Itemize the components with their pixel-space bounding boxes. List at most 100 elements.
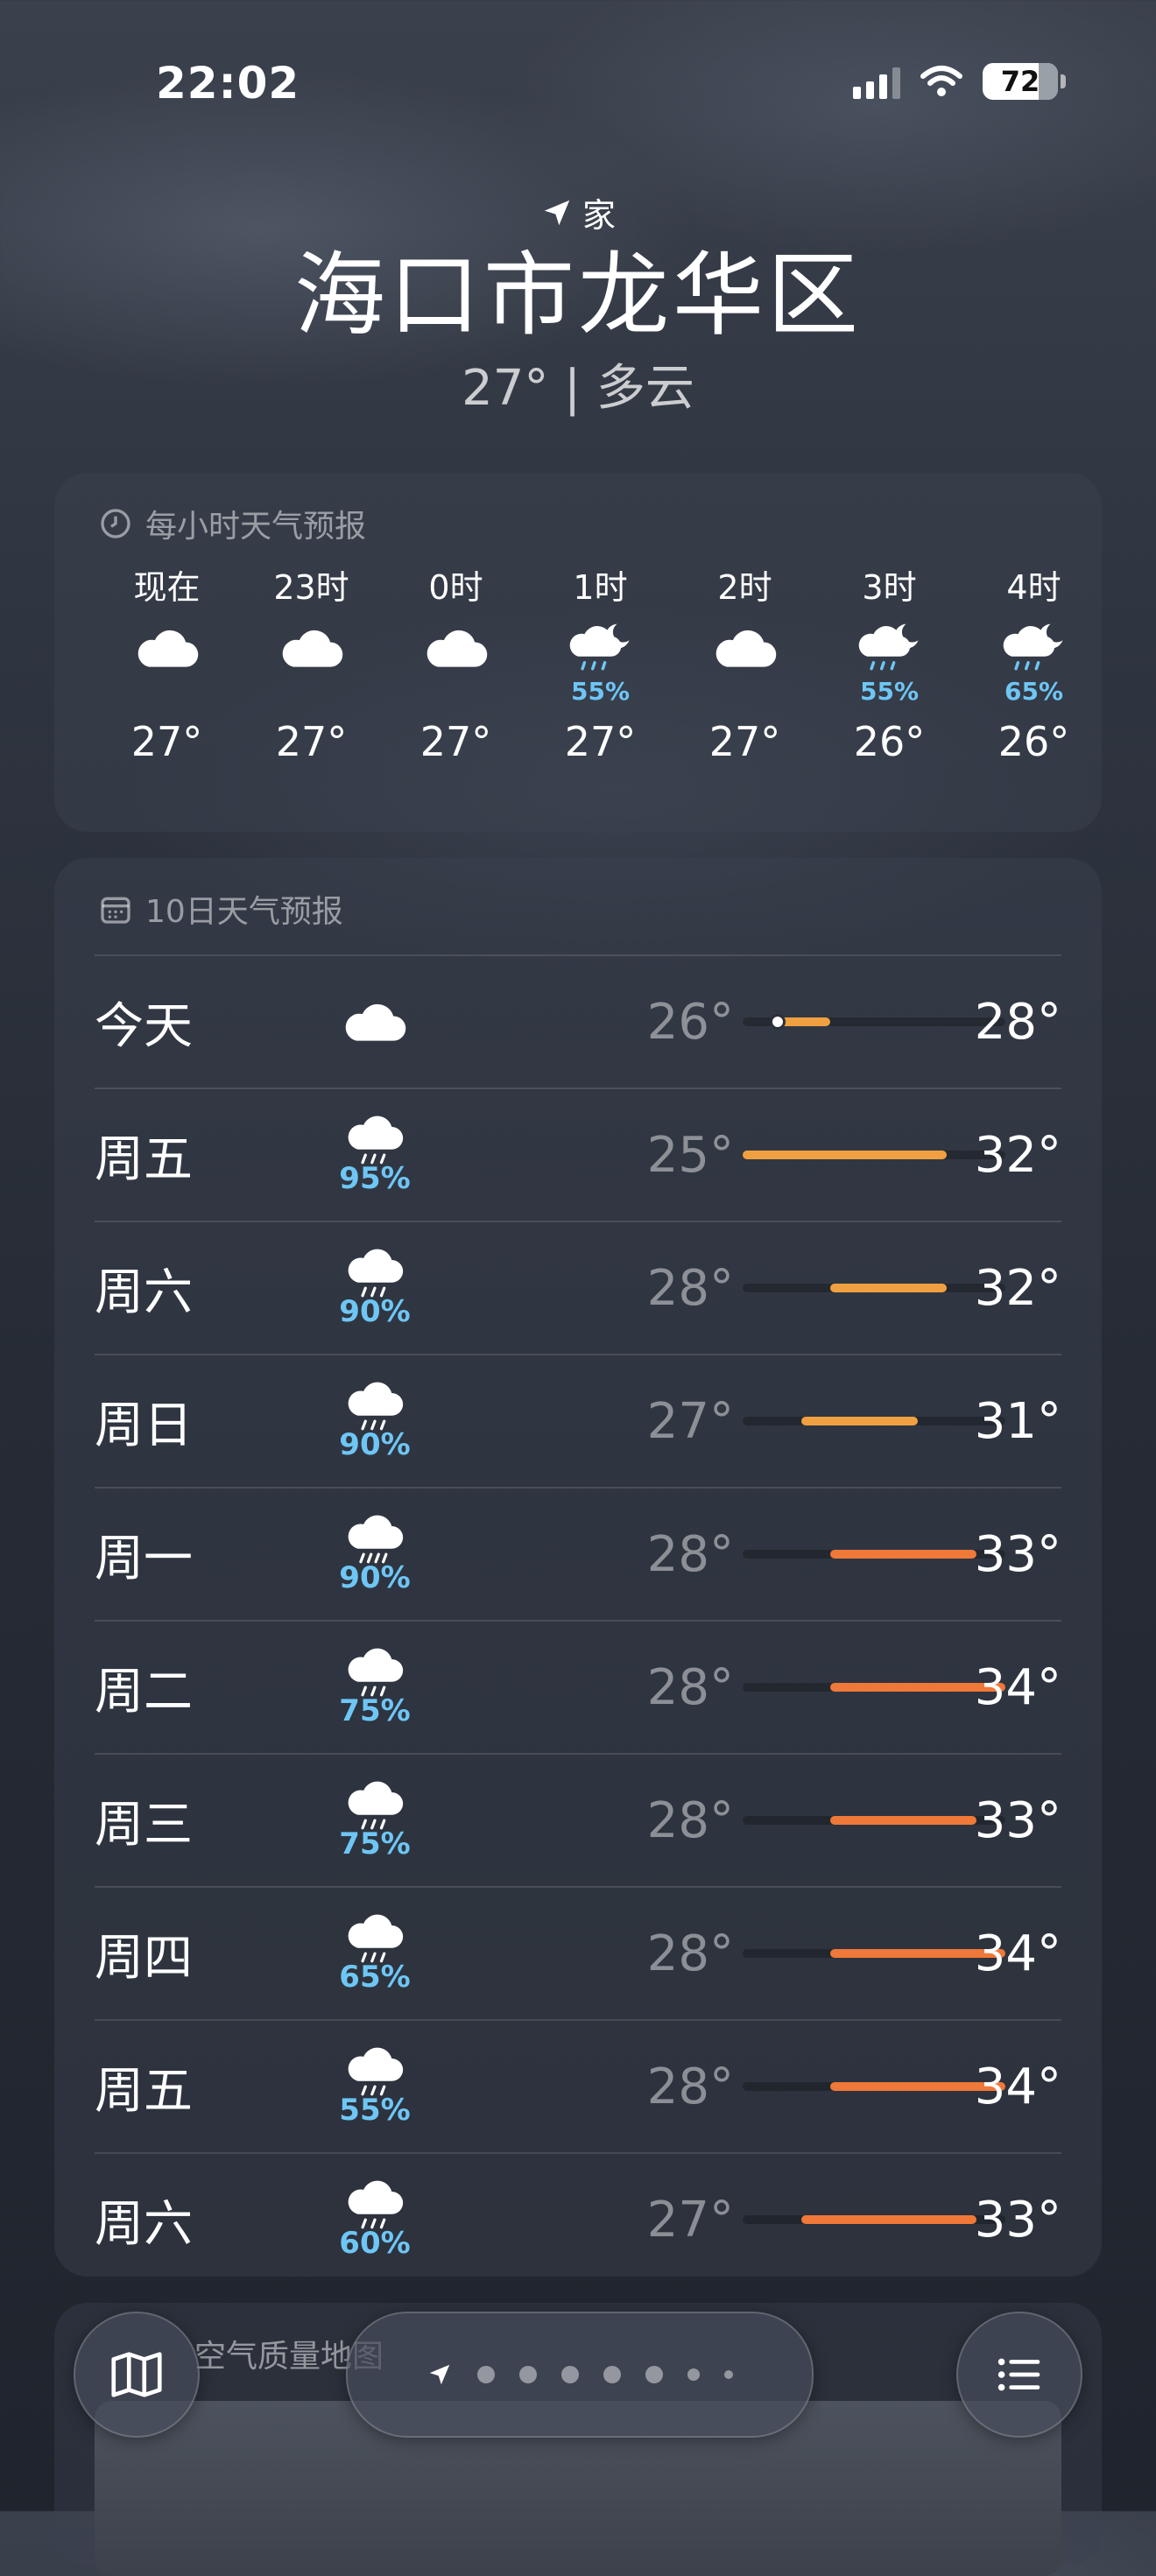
bottom-toolbar (0, 2303, 1156, 2443)
cloud-icon (278, 613, 345, 709)
day-low: 27° (646, 2191, 734, 2249)
day-name: 周四 (95, 1929, 193, 1987)
hour-precip: 55% (859, 676, 920, 706)
hour-temp: 27° (130, 718, 203, 765)
page-dot[interactable] (561, 2366, 579, 2383)
day-precip: 75% (339, 1693, 411, 1728)
temp-range-fill (830, 1550, 976, 1559)
temp-range-bar (743, 1014, 1005, 1030)
day-name: 周六 (95, 1263, 193, 1321)
current-location-icon (429, 2364, 450, 2385)
cloud-icon (712, 613, 779, 709)
day-low: 28° (646, 1658, 734, 1716)
hourly-forecast-card[interactable]: 每小时天气预报 现在 27° 23时 27° 0时 27° 1时 55% 27° 2时 27° 3时 5… (54, 473, 1102, 832)
temp-range-fill (800, 2215, 976, 2224)
location-arrow-icon (544, 200, 570, 225)
rain-icon: 90% (314, 1247, 436, 1329)
status-time: 22:02 (156, 58, 300, 109)
temp-range-bar (743, 2215, 1005, 2224)
day-row[interactable]: 周二 75% 28° 34° (95, 1620, 1061, 1753)
day-row[interactable]: 周五 55% 28° 34° (95, 2019, 1061, 2152)
page-dot[interactable] (477, 2366, 495, 2383)
day-low: 28° (646, 1259, 734, 1317)
day-row[interactable]: 周六 60% 27° 33° (95, 2152, 1061, 2285)
day-low: 27° (646, 1392, 734, 1450)
map-icon (111, 2352, 162, 2397)
day-high: 34° (974, 2058, 1061, 2115)
temp-range-bar (743, 1949, 1005, 1958)
day-row[interactable]: 今天 26° 28° (95, 954, 1061, 1087)
day-low: 28° (646, 1791, 734, 1849)
temp-range-bar (743, 1151, 1005, 1159)
hour-item: 4时 65% 26° (962, 560, 1106, 765)
day-name: 周五 (95, 2062, 193, 2120)
day-name: 周二 (95, 1663, 193, 1721)
cellular-signal-icon (853, 64, 900, 99)
location-name: 家 (582, 196, 616, 235)
hour-temp: 27° (708, 718, 781, 765)
hour-label: 0时 (428, 568, 483, 607)
page-dot[interactable] (603, 2366, 621, 2383)
hour-temp: 26° (997, 718, 1070, 765)
rain-icon: 60% (314, 2178, 436, 2261)
hour-item: 0时 27° (384, 560, 528, 765)
day-high: 32° (974, 1126, 1061, 1184)
cloud-icon (423, 613, 490, 709)
page-dot[interactable] (724, 2370, 733, 2379)
page-dot[interactable] (687, 2368, 700, 2381)
day-precip: 55% (339, 2093, 411, 2128)
hour-item: 2时 27° (673, 560, 817, 765)
temp-range-bar (743, 2082, 1005, 2091)
city-name: 海口市龙华区 (293, 242, 862, 348)
day-name: 周五 (95, 1130, 193, 1188)
hour-label: 4时 (1006, 568, 1061, 607)
rain-icon: 55% (314, 2045, 436, 2128)
page-dot[interactable] (519, 2366, 537, 2383)
day-high: 34° (974, 1658, 1061, 1716)
hour-item: 23时 27° (239, 560, 384, 765)
day-high: 34° (974, 1925, 1061, 1982)
map-button[interactable] (74, 2312, 200, 2438)
rain-icon: 65% (314, 1912, 436, 1995)
temp-range-fill (830, 1816, 976, 1825)
moon-rain-icon: 55% (856, 613, 923, 709)
battery-icon: 72 (983, 63, 1066, 100)
day-high: 33° (974, 1525, 1061, 1583)
day-low: 28° (646, 1525, 734, 1583)
day-precip: 90% (339, 1560, 411, 1595)
rain-icon: 95% (314, 1114, 436, 1196)
page-dot[interactable] (645, 2366, 663, 2383)
temp-range-bar (743, 1683, 1005, 1692)
day-row[interactable]: 周四 65% 28° 34° (95, 1886, 1061, 2019)
day-row[interactable]: 周五 95% 25° 32° (95, 1087, 1061, 1221)
temp-range-fill (830, 1284, 948, 1292)
moon-rain-icon: 65% (1001, 613, 1068, 709)
list-icon (997, 2358, 1040, 2391)
hour-label: 1时 (573, 568, 628, 607)
status-bar: 22:02 72 (0, 0, 1156, 166)
location-label: 家 (0, 188, 1156, 236)
daily-forecast-card[interactable]: 10日天气预报 今天 26° 28° 周五 95% 25° 32° 周六 90% 28° 32° 周日… (54, 858, 1102, 2277)
day-row[interactable]: 周日 90% 27° 31° (95, 1354, 1061, 1487)
temp-range-bar (743, 1417, 1005, 1425)
day-precip: 65% (339, 1960, 411, 1995)
day-low: 25° (646, 1126, 734, 1184)
list-button[interactable] (956, 2312, 1082, 2438)
location-pager[interactable] (346, 2312, 814, 2438)
calendar-icon (101, 897, 130, 924)
cloud-icon (134, 613, 201, 709)
hour-temp: 27° (564, 718, 637, 765)
day-high: 28° (974, 993, 1061, 1051)
current-temp-dot (769, 1014, 786, 1030)
hour-item: 现在 27° (95, 560, 239, 765)
cloud-icon (314, 1002, 436, 1043)
heavy-rain-icon: 90% (314, 1513, 436, 1595)
daily-list: 今天 26° 28° 周五 95% 25° 32° 周六 90% 28° 32° 周日 90% 27° 31… (95, 954, 1061, 2285)
day-low: 28° (646, 1925, 734, 1982)
day-row[interactable]: 周一 90% 28° 33° (95, 1487, 1061, 1620)
day-low: 28° (646, 2058, 734, 2115)
hour-item: 3时 55% 26° (817, 560, 962, 765)
daily-forecast-title: 10日天气预报 (98, 886, 343, 932)
day-row[interactable]: 周三 75% 28° 33° (95, 1753, 1061, 1886)
day-row[interactable]: 周六 90% 28° 32° (95, 1221, 1061, 1354)
